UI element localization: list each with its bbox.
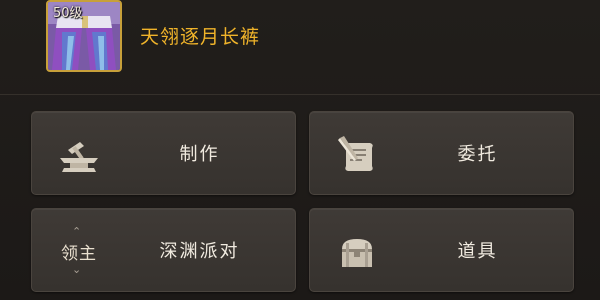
items-label: 道具 xyxy=(457,241,498,262)
item-actions-panel: 50级 天翎逐月长裤 制作 委托 ⌃ 领主 ⌄ 深渊派对 道具 xyxy=(0,0,600,300)
item-icon-frame[interactable]: 50级 xyxy=(46,0,122,72)
commission-button[interactable]: 委托 xyxy=(309,111,574,195)
item-name: 天翎逐月长裤 xyxy=(140,26,261,48)
lord-badge-icon: ⌃ 领主 ⌄ xyxy=(54,225,104,277)
chevron-up-icon: ⌃ xyxy=(72,225,82,238)
divider xyxy=(0,94,600,95)
chevron-down-icon: ⌄ xyxy=(72,263,82,276)
treasure-chest-icon xyxy=(342,239,372,267)
scroll-quill-icon xyxy=(338,136,373,171)
commission-label: 委托 xyxy=(457,144,498,165)
item-header: 50级 天翎逐月长裤 xyxy=(0,0,600,86)
abyss-party-button[interactable]: ⌃ 领主 ⌄ 深渊派对 xyxy=(31,208,296,292)
abyss-party-label: 深渊派对 xyxy=(159,241,240,262)
item-level-badge: 50级 xyxy=(53,6,83,21)
lord-badge-text: 领主 xyxy=(61,244,97,264)
anvil-hammer-icon xyxy=(60,142,98,172)
craft-button[interactable]: 制作 xyxy=(31,111,296,195)
items-button[interactable]: 道具 xyxy=(309,208,574,292)
craft-label: 制作 xyxy=(179,144,220,165)
